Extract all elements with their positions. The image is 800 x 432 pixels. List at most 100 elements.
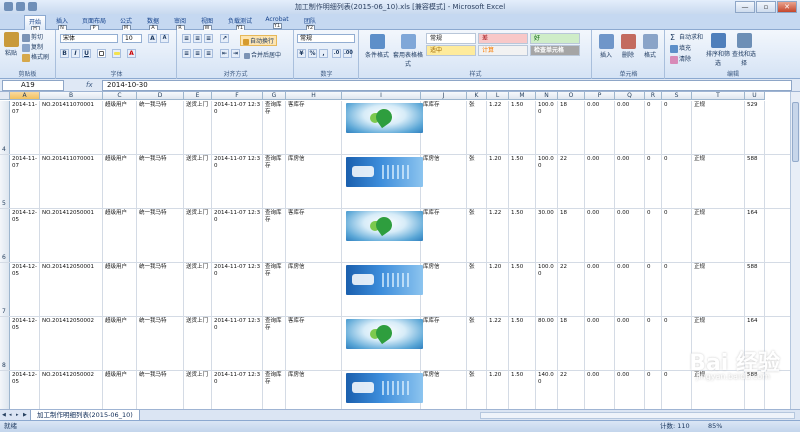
- cell-c[interactable]: 超级用户: [103, 371, 137, 409]
- column-header-p[interactable]: P: [585, 92, 615, 100]
- style-good[interactable]: 好: [530, 33, 580, 44]
- border-button[interactable]: [97, 49, 106, 58]
- cell-g[interactable]: 查询库存: [263, 209, 286, 262]
- cell-q[interactable]: 0.00: [615, 317, 645, 370]
- fill-color-button[interactable]: [112, 49, 121, 58]
- office-button-icon[interactable]: [4, 2, 13, 11]
- column-header-i[interactable]: I: [342, 92, 421, 100]
- cell-n[interactable]: 100.00: [536, 155, 558, 208]
- sort-filter-button[interactable]: 排序和筛选: [706, 33, 730, 67]
- grow-font-button[interactable]: A: [148, 34, 157, 43]
- cell-q[interactable]: 0.00: [615, 101, 645, 154]
- cell-e[interactable]: 送货上门: [184, 209, 212, 262]
- cell-r[interactable]: 0: [645, 317, 662, 370]
- cell-d[interactable]: 统一我马特: [137, 371, 184, 409]
- cell-k[interactable]: 张: [467, 371, 487, 409]
- cell-g[interactable]: 查询库存: [263, 263, 286, 316]
- cell-p[interactable]: 0.00: [585, 209, 615, 262]
- product-image[interactable]: [346, 211, 423, 241]
- cell-s[interactable]: 0: [662, 155, 692, 208]
- cell-q[interactable]: 0.00: [615, 155, 645, 208]
- column-header-s[interactable]: S: [662, 92, 692, 100]
- orientation-button[interactable]: ↗: [220, 34, 229, 43]
- cell-r[interactable]: 0: [645, 209, 662, 262]
- cell-q[interactable]: 0.00: [615, 371, 645, 409]
- cell-r[interactable]: 0: [645, 101, 662, 154]
- cell-b[interactable]: NO.201411070001: [40, 101, 103, 154]
- increase-decimal-button[interactable]: .0: [332, 49, 341, 58]
- cell-m[interactable]: 1.50: [509, 263, 536, 316]
- tab-insert[interactable]: 插入 N: [54, 15, 70, 31]
- cell-k[interactable]: 张: [467, 209, 487, 262]
- cell-t[interactable]: 正规: [692, 155, 745, 208]
- cell-j[interactable]: 库库存: [421, 209, 467, 262]
- cell-d[interactable]: 统一我马特: [137, 101, 184, 154]
- font-color-button[interactable]: A: [127, 49, 136, 58]
- cell-d[interactable]: 统一我马特: [137, 155, 184, 208]
- cell-j[interactable]: 库房信: [421, 155, 467, 208]
- cell-a[interactable]: 2014-12-05: [10, 371, 40, 409]
- cell-o[interactable]: 18: [558, 317, 585, 370]
- align-right-button[interactable]: ≡: [204, 49, 213, 58]
- cell-q[interactable]: 0.00: [615, 263, 645, 316]
- tab-team[interactable]: 团队 Y2: [302, 15, 318, 31]
- cell-p[interactable]: 0.00: [585, 317, 615, 370]
- product-image[interactable]: [346, 265, 423, 295]
- prev-sheet-button[interactable]: ◂: [9, 412, 15, 419]
- column-header-e[interactable]: E: [184, 92, 212, 100]
- cell-a[interactable]: 2014-12-05: [10, 209, 40, 262]
- clear-button[interactable]: 清除: [670, 54, 691, 64]
- cell-h[interactable]: 客库存: [286, 209, 342, 262]
- cell-u[interactable]: 529: [745, 101, 765, 154]
- cell-l[interactable]: 1.22: [487, 101, 509, 154]
- increase-indent-button[interactable]: ⇥: [231, 49, 240, 58]
- cell-e[interactable]: 送货上门: [184, 263, 212, 316]
- cell-n[interactable]: 140.00: [536, 371, 558, 409]
- style-bad[interactable]: 差: [478, 33, 528, 44]
- product-image[interactable]: [346, 157, 423, 187]
- cell-m[interactable]: 1.50: [509, 155, 536, 208]
- format-cells-button[interactable]: 格式: [641, 34, 659, 59]
- cell-h[interactable]: 库房信: [286, 263, 342, 316]
- decrease-indent-button[interactable]: ⇤: [220, 49, 229, 58]
- find-select-button[interactable]: 查找和选择: [732, 33, 756, 67]
- format-painter-button[interactable]: 格式刷: [22, 52, 49, 62]
- cell-s[interactable]: 0: [662, 317, 692, 370]
- percent-button[interactable]: %: [308, 49, 317, 58]
- column-header-f[interactable]: F: [212, 92, 263, 100]
- cell-t[interactable]: 正规: [692, 101, 745, 154]
- cell-c[interactable]: 超级用户: [103, 209, 137, 262]
- merge-center-button[interactable]: 合并后居中: [244, 50, 281, 59]
- cell-g[interactable]: 查询库存: [263, 101, 286, 154]
- font-size-combo[interactable]: 10: [122, 34, 142, 43]
- cell-l[interactable]: 1.22: [487, 317, 509, 370]
- cell-n[interactable]: 100.00: [536, 101, 558, 154]
- cell-b[interactable]: NO.201412050001: [40, 263, 103, 316]
- tab-data[interactable]: 数据 A: [145, 15, 161, 31]
- font-name-combo[interactable]: 宋体: [60, 34, 118, 43]
- cell-c[interactable]: 超级用户: [103, 101, 137, 154]
- cell-h[interactable]: 客库存: [286, 101, 342, 154]
- cell-j[interactable]: 库库存: [421, 317, 467, 370]
- italic-button[interactable]: I: [71, 49, 80, 58]
- close-button[interactable]: ✕: [777, 1, 797, 13]
- cell-d[interactable]: 统一我马特: [137, 317, 184, 370]
- horizontal-scrollbar[interactable]: [480, 412, 795, 419]
- tab-view[interactable]: 视图 W: [199, 15, 215, 31]
- cell-p[interactable]: 0.00: [585, 155, 615, 208]
- insert-cells-button[interactable]: 插入: [597, 34, 615, 59]
- column-header-b[interactable]: B: [40, 92, 103, 100]
- cell-f[interactable]: 2014-11-07 12:30: [212, 263, 263, 316]
- column-header-h[interactable]: H: [286, 92, 342, 100]
- wrap-text-button[interactable]: 自动换行: [240, 35, 278, 46]
- align-left-button[interactable]: ≡: [182, 49, 191, 58]
- cell-k[interactable]: 张: [467, 317, 487, 370]
- cell-a[interactable]: 2014-11-07: [10, 101, 40, 154]
- cell-o[interactable]: 22: [558, 263, 585, 316]
- copy-button[interactable]: 复制: [22, 42, 43, 52]
- align-middle-button[interactable]: ≡: [193, 34, 202, 43]
- save-icon[interactable]: [16, 2, 25, 11]
- cell-s[interactable]: 0: [662, 101, 692, 154]
- undo-icon[interactable]: [28, 2, 37, 11]
- cell-f[interactable]: 2014-11-07 12:30: [212, 155, 263, 208]
